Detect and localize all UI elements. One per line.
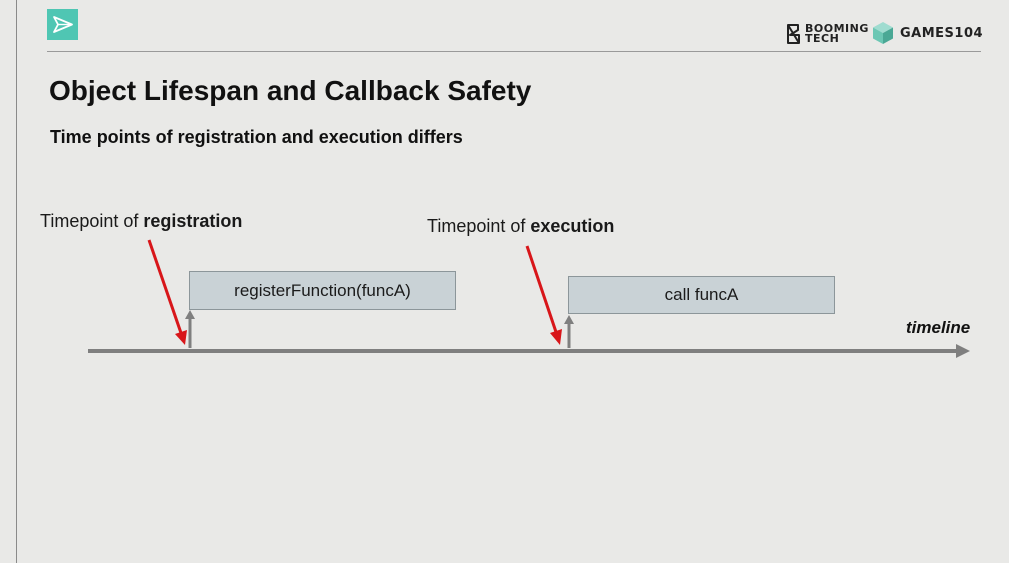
registration-label-bold: registration <box>143 211 243 231</box>
register-function-text: registerFunction(funcA) <box>234 280 411 300</box>
register-function-box: registerFunction(funcA) <box>189 271 456 310</box>
call-function-box: call funcA <box>568 276 835 314</box>
registration-pointer-head <box>175 330 187 345</box>
call-function-text: call funcA <box>664 285 739 304</box>
timeline-diagram <box>88 239 970 358</box>
timeline-label: timeline <box>906 318 971 337</box>
registration-pointer <box>147 239 183 334</box>
execution-label: Timepoint of execution <box>427 216 614 237</box>
registration-label: Timepoint of registration <box>40 211 242 232</box>
execution-label-prefix: Timepoint of <box>427 216 531 236</box>
registration-label-prefix: Timepoint of <box>40 211 144 231</box>
execution-label-bold: execution <box>530 216 615 236</box>
registration-tick-head <box>185 310 195 319</box>
execution-pointer <box>525 245 558 333</box>
execution-pointer-head <box>550 329 562 345</box>
slide: BOOMING TECH GAMES104 Object Lifespan an… <box>0 0 1009 563</box>
timeline-arrowhead <box>956 344 970 358</box>
execution-tick-head <box>564 315 574 324</box>
